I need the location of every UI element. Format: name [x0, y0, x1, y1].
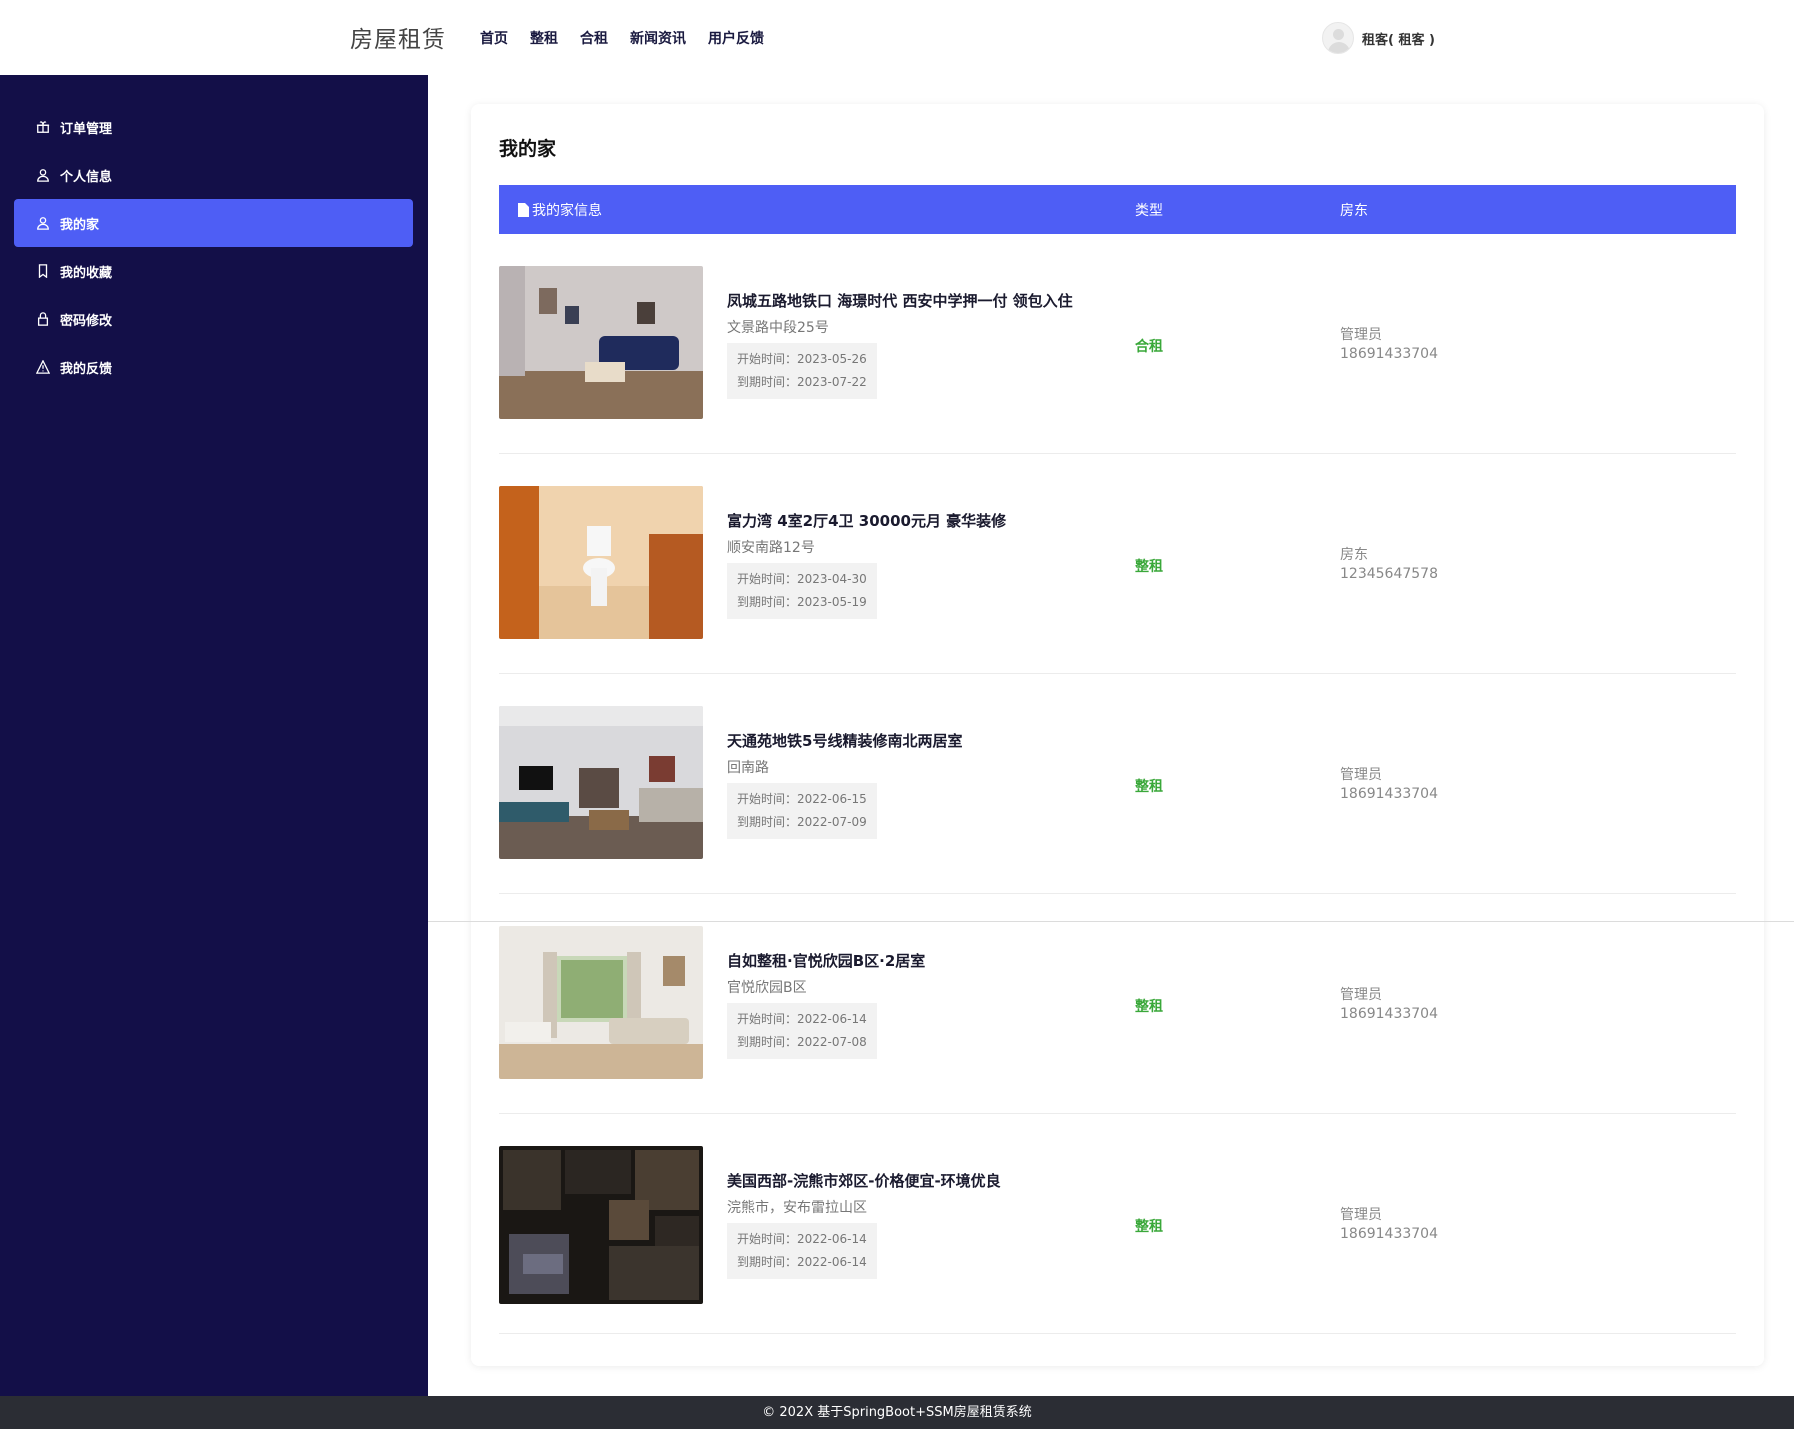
sidebar-item-label: 密码修改	[60, 313, 113, 329]
start-date: 开始时间：2023-04-30	[737, 572, 867, 586]
landlord-name: 管理员	[1340, 987, 1382, 1003]
table-row[interactable]: 美国西部-浣熊市郊区-价格便宜-环境优良 浣熊市，安布雷拉山区 开始时间：202…	[499, 1114, 1736, 1334]
sidebar: 订单管理 个人信息 我的家 我的收藏 密码修改 我的反馈	[0, 75, 428, 1396]
landlord-phone: 18691433704	[1340, 346, 1438, 362]
lock-icon	[37, 312, 49, 326]
house-title[interactable]: 富力湾 4室2厅4卫 30000元月 豪华装修	[727, 510, 1006, 531]
sidebar-item-orders[interactable]: 订单管理	[14, 103, 413, 151]
house-address: 回南路	[727, 760, 769, 776]
rental-dates: 开始时间：2022-06-15 到期时间：2022-07-09	[727, 783, 877, 839]
sidebar-item-label: 订单管理	[60, 121, 113, 137]
end-date: 到期时间：2023-05-19	[737, 595, 867, 609]
page-title: 我的家	[499, 138, 557, 160]
column-header-landlord: 房东	[1340, 203, 1368, 219]
divider	[428, 921, 1794, 922]
gift-icon	[36, 121, 50, 133]
house-title[interactable]: 凤城五路地铁口 海璟时代 西安中学押一付 领包入住	[727, 290, 1073, 311]
house-photo[interactable]	[499, 926, 703, 1079]
nav-feedback[interactable]: 用户反馈	[708, 28, 764, 48]
landlord-phone: 18691433704	[1340, 1226, 1438, 1242]
user-icon	[37, 217, 49, 230]
house-photo[interactable]	[499, 266, 703, 419]
end-date: 到期时间：2023-07-22	[737, 375, 867, 389]
nav-shared-rent[interactable]: 合租	[580, 28, 608, 48]
house-photo[interactable]	[499, 486, 703, 639]
table-row[interactable]: 自如整租·官悦欣园B区·2居室 官悦欣园B区 开始时间：2022-06-14 到…	[499, 894, 1736, 1114]
end-date: 到期时间：2022-07-08	[737, 1035, 867, 1049]
nav-home[interactable]: 首页	[480, 28, 508, 48]
start-date: 开始时间：2022-06-14	[737, 1232, 867, 1246]
sidebar-item-label: 个人信息	[60, 169, 113, 185]
house-title[interactable]: 美国西部-浣熊市郊区-价格便宜-环境优良	[727, 1170, 1001, 1191]
house-info: 美国西部-浣熊市郊区-价格便宜-环境优良 浣熊市，安布雷拉山区 开始时间：202…	[727, 1170, 1001, 1279]
sidebar-item-password[interactable]: 密码修改	[14, 295, 413, 343]
rental-dates: 开始时间：2022-06-14 到期时间：2022-06-14	[727, 1223, 877, 1279]
sidebar-item-label: 我的家	[60, 217, 100, 233]
rent-type: 整租	[1135, 999, 1163, 1015]
user-name[interactable]: 租客( 租客 )	[1362, 29, 1435, 48]
sidebar-item-profile[interactable]: 个人信息	[14, 151, 413, 199]
rent-type: 整租	[1135, 779, 1163, 795]
house-address: 文景路中段25号	[727, 320, 829, 336]
house-photo[interactable]	[499, 706, 703, 859]
house-info: 凤城五路地铁口 海璟时代 西安中学押一付 领包入住 文景路中段25号 开始时间：…	[727, 290, 1073, 399]
start-date: 开始时间：2023-05-26	[737, 352, 867, 366]
top-nav: 首页 整租 合租 新闻资讯 用户反馈	[480, 28, 764, 48]
landlord-phone: 18691433704	[1340, 786, 1438, 802]
nav-news[interactable]: 新闻资讯	[630, 28, 686, 48]
house-info: 天通苑地铁5号线精装修南北两居室 回南路 开始时间：2022-06-15 到期时…	[727, 730, 962, 839]
bookmark-icon	[38, 264, 48, 278]
landlord-phone: 12345647578	[1340, 566, 1438, 582]
sidebar-item-favorites[interactable]: 我的收藏	[14, 247, 413, 295]
house-address: 官悦欣园B区	[727, 980, 807, 996]
sidebar-item-label: 我的收藏	[60, 265, 113, 281]
avatar[interactable]	[1322, 22, 1354, 54]
house-address: 顺安南路12号	[727, 540, 815, 556]
landlord-info: 管理员 18691433704	[1340, 766, 1438, 804]
table-row[interactable]: 凤城五路地铁口 海璟时代 西安中学押一付 领包入住 文景路中段25号 开始时间：…	[499, 234, 1736, 454]
end-date: 到期时间：2022-06-14	[737, 1255, 867, 1269]
start-date: 开始时间：2022-06-15	[737, 792, 867, 806]
rent-type: 合租	[1135, 339, 1163, 355]
sidebar-item-my-home[interactable]: 我的家	[14, 199, 413, 247]
top-header: 房屋租赁 首页 整租 合租 新闻资讯 用户反馈 租客( 租客 )	[0, 0, 1794, 75]
house-address: 浣熊市，安布雷拉山区	[727, 1200, 867, 1216]
nav-whole-rent[interactable]: 整租	[530, 28, 558, 48]
site-logo[interactable]: 房屋租赁	[350, 20, 446, 54]
rental-dates: 开始时间：2023-05-26 到期时间：2023-07-22	[727, 343, 877, 399]
rent-type: 整租	[1135, 559, 1163, 575]
table-header: 我的家信息 类型 房东	[499, 185, 1736, 234]
user-icon	[37, 169, 49, 182]
start-date: 开始时间：2022-06-14	[737, 1012, 867, 1026]
landlord-info: 管理员 18691433704	[1340, 326, 1438, 364]
my-home-card: 我的家 我的家信息 类型 房东 凤城五路地铁口 海璟时代 西安中学押一付 领包入…	[471, 104, 1764, 1366]
house-info: 富力湾 4室2厅4卫 30000元月 豪华装修 顺安南路12号 开始时间：202…	[727, 510, 1006, 619]
landlord-info: 管理员 18691433704	[1340, 986, 1438, 1024]
landlord-name: 管理员	[1340, 327, 1382, 343]
house-photo[interactable]	[499, 1146, 703, 1304]
end-date: 到期时间：2022-07-09	[737, 815, 867, 829]
table-row[interactable]: 天通苑地铁5号线精装修南北两居室 回南路 开始时间：2022-06-15 到期时…	[499, 674, 1736, 894]
table-row[interactable]: 富力湾 4室2厅4卫 30000元月 豪华装修 顺安南路12号 开始时间：202…	[499, 454, 1736, 674]
landlord-name: 管理员	[1340, 1207, 1382, 1223]
warning-icon	[36, 360, 50, 374]
document-icon	[518, 203, 529, 217]
landlord-info: 房东 12345647578	[1340, 546, 1438, 584]
house-info: 自如整租·官悦欣园B区·2居室 官悦欣园B区 开始时间：2022-06-14 到…	[727, 950, 925, 1059]
sidebar-item-feedback[interactable]: 我的反馈	[14, 343, 413, 391]
house-title[interactable]: 自如整租·官悦欣园B区·2居室	[727, 950, 925, 971]
landlord-name: 房东	[1340, 547, 1368, 563]
rental-dates: 开始时间：2022-06-14 到期时间：2022-07-08	[727, 1003, 877, 1059]
landlord-name: 管理员	[1340, 767, 1382, 783]
user-menu[interactable]: 租客( 租客 )	[1322, 22, 1435, 54]
column-header-type: 类型	[1135, 203, 1163, 219]
landlord-info: 管理员 18691433704	[1340, 1206, 1438, 1244]
landlord-phone: 18691433704	[1340, 1006, 1438, 1022]
rental-dates: 开始时间：2023-04-30 到期时间：2023-05-19	[727, 563, 877, 619]
sidebar-item-label: 我的反馈	[60, 361, 113, 377]
footer: © 202X 基于SpringBoot+SSM房屋租赁系统	[0, 1396, 1794, 1429]
rent-type: 整租	[1135, 1219, 1163, 1235]
column-header-info: 我的家信息	[517, 200, 602, 220]
house-title[interactable]: 天通苑地铁5号线精装修南北两居室	[727, 730, 962, 751]
